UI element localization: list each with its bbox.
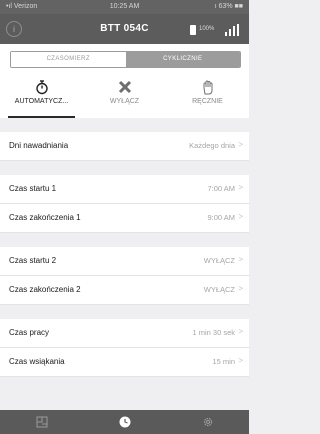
row-value: WYŁĄCZ: [203, 285, 235, 294]
chevron-right-icon: >: [238, 183, 243, 192]
settings-list: Dni nawadniania Każdego dnia > Czas star…: [0, 118, 249, 377]
row-label: Czas zakończenia 2: [9, 285, 81, 294]
row-label: Dni nawadniania: [9, 141, 69, 150]
stopwatch-icon: [0, 79, 83, 95]
chevron-right-icon: >: [238, 140, 243, 149]
row-label: Czas zakończenia 1: [9, 213, 81, 222]
row-label: Czas wsiąkania: [9, 357, 65, 366]
row-start-time-2[interactable]: Czas startu 2 WYŁĄCZ >: [0, 247, 249, 276]
row-end-time-2[interactable]: Czas zakończenia 2 WYŁĄCZ >: [0, 276, 249, 305]
row-value: 7:00 AM: [207, 184, 235, 193]
mode-manual[interactable]: RĘCZNIE: [166, 74, 249, 118]
row-label: Czas startu 2: [9, 256, 57, 265]
battery-icon: [190, 25, 196, 35]
mode-automatic-label: AUTOMATYCZ...: [14, 98, 69, 105]
tab-map[interactable]: [0, 410, 83, 434]
mode-off-label: WYŁĄCZ: [109, 98, 140, 105]
row-value: WYŁĄCZ: [203, 256, 235, 265]
row-value: 15 min: [212, 357, 235, 366]
map-icon: [36, 416, 47, 428]
hand-icon: [166, 79, 249, 95]
mode-off[interactable]: WYŁĄCZ: [83, 74, 166, 118]
tab-bar: [0, 410, 249, 434]
row-value: 9:00 AM: [207, 213, 235, 222]
segment-cyclic[interactable]: CYKLICZNIE: [125, 52, 240, 67]
chevron-right-icon: >: [238, 212, 243, 221]
segment-container: CZASOMIERZ CYKLICZNIE: [0, 44, 249, 74]
status-time: 10:25 AM: [109, 3, 140, 10]
schedule-type-segmented-control: CZASOMIERZ CYKLICZNIE: [10, 51, 241, 68]
segment-timer[interactable]: CZASOMIERZ: [11, 52, 126, 67]
row-value: Każdego dnia: [189, 141, 235, 150]
chevron-right-icon: >: [238, 284, 243, 293]
nav-bar: i BTT 054C 100%: [0, 14, 249, 44]
mode-selector: AUTOMATYCZ... WYŁĄCZ RĘCZNIE: [0, 74, 249, 118]
chevron-right-icon: >: [238, 255, 243, 264]
mode-automatic[interactable]: AUTOMATYCZ...: [0, 74, 83, 118]
row-start-time-1[interactable]: Czas startu 1 7:00 AM >: [0, 175, 249, 204]
tab-schedule[interactable]: [83, 410, 166, 434]
status-bar: •ıl Verizon 10:25 AM ı 63% ■■: [0, 0, 249, 14]
clock-icon: [119, 416, 130, 428]
chevron-right-icon: >: [238, 327, 243, 336]
row-run-time[interactable]: Czas pracy 1 min 30 sek >: [0, 319, 249, 348]
row-soak-time[interactable]: Czas wsiąkania 15 min >: [0, 348, 249, 377]
status-battery: ı 63% ■■: [214, 3, 243, 10]
row-label: Czas startu 1: [9, 184, 57, 193]
chevron-right-icon: >: [238, 356, 243, 365]
row-label: Czas pracy: [9, 328, 50, 337]
gear-icon: [203, 417, 212, 427]
tab-settings[interactable]: [166, 410, 249, 434]
battery-percent: 100%: [199, 26, 215, 32]
signal-strength-icon: [225, 24, 239, 36]
row-end-time-1[interactable]: Czas zakończenia 1 9:00 AM >: [0, 204, 249, 233]
mode-manual-label: RĘCZNIE: [192, 98, 223, 105]
row-watering-days[interactable]: Dni nawadniania Każdego dnia >: [0, 132, 249, 161]
row-value: 1 min 30 sek: [192, 328, 235, 337]
x-close-icon: [83, 79, 166, 95]
